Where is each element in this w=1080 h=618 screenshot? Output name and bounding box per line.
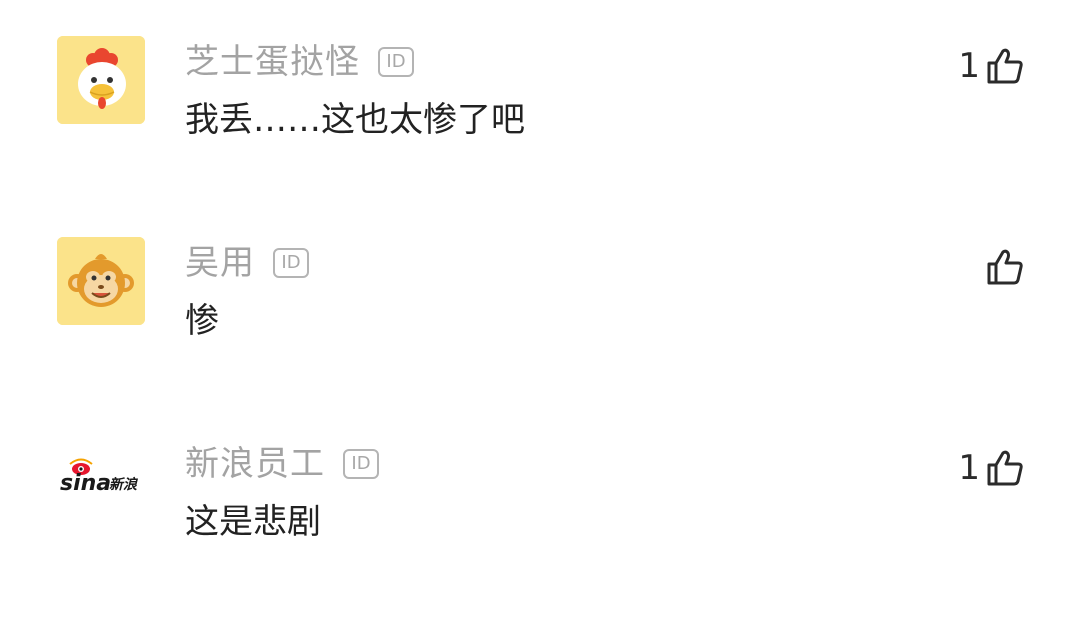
comment-text: 我丢……这也太惨了吧	[185, 100, 525, 140]
monkey-avatar-icon	[57, 237, 145, 325]
like-button[interactable]	[980, 245, 1024, 289]
avatar-sina[interactable]: sina 新浪	[57, 438, 145, 526]
comment-text: 这是悲剧	[185, 502, 321, 542]
comment-item-2: 吴用 ID 惨	[0, 237, 1080, 417]
svg-text:新浪: 新浪	[109, 476, 139, 493]
id-badge: ID	[273, 248, 309, 278]
like-count: 1	[958, 448, 980, 488]
username[interactable]: 新浪员工	[185, 442, 325, 486]
id-badge: ID	[343, 449, 379, 479]
username[interactable]: 芝士蛋挞怪	[185, 40, 360, 84]
chicken-avatar-icon	[57, 36, 145, 124]
id-badge: ID	[378, 47, 414, 77]
like-button[interactable]: 1	[958, 446, 1024, 490]
username[interactable]: 吴用	[185, 241, 255, 285]
thumbs-up-icon[interactable]	[986, 47, 1024, 85]
avatar-chicken[interactable]	[57, 36, 145, 124]
comment-item-3: sina 新浪 新浪员工 ID 这是悲剧 1	[0, 438, 1080, 618]
like-button[interactable]: 1	[958, 44, 1024, 88]
avatar-monkey[interactable]	[57, 237, 145, 325]
thumbs-up-icon[interactable]	[986, 449, 1024, 487]
like-count: 1	[958, 46, 980, 86]
thumbs-up-icon[interactable]	[986, 248, 1024, 286]
comment-text: 惨	[185, 301, 219, 341]
sina-logo-icon: sina 新浪	[57, 438, 145, 526]
comment-item-1: 芝士蛋挞怪 ID 我丢……这也太惨了吧 1	[0, 36, 1080, 216]
sina-logo-text: sina	[60, 471, 111, 496]
